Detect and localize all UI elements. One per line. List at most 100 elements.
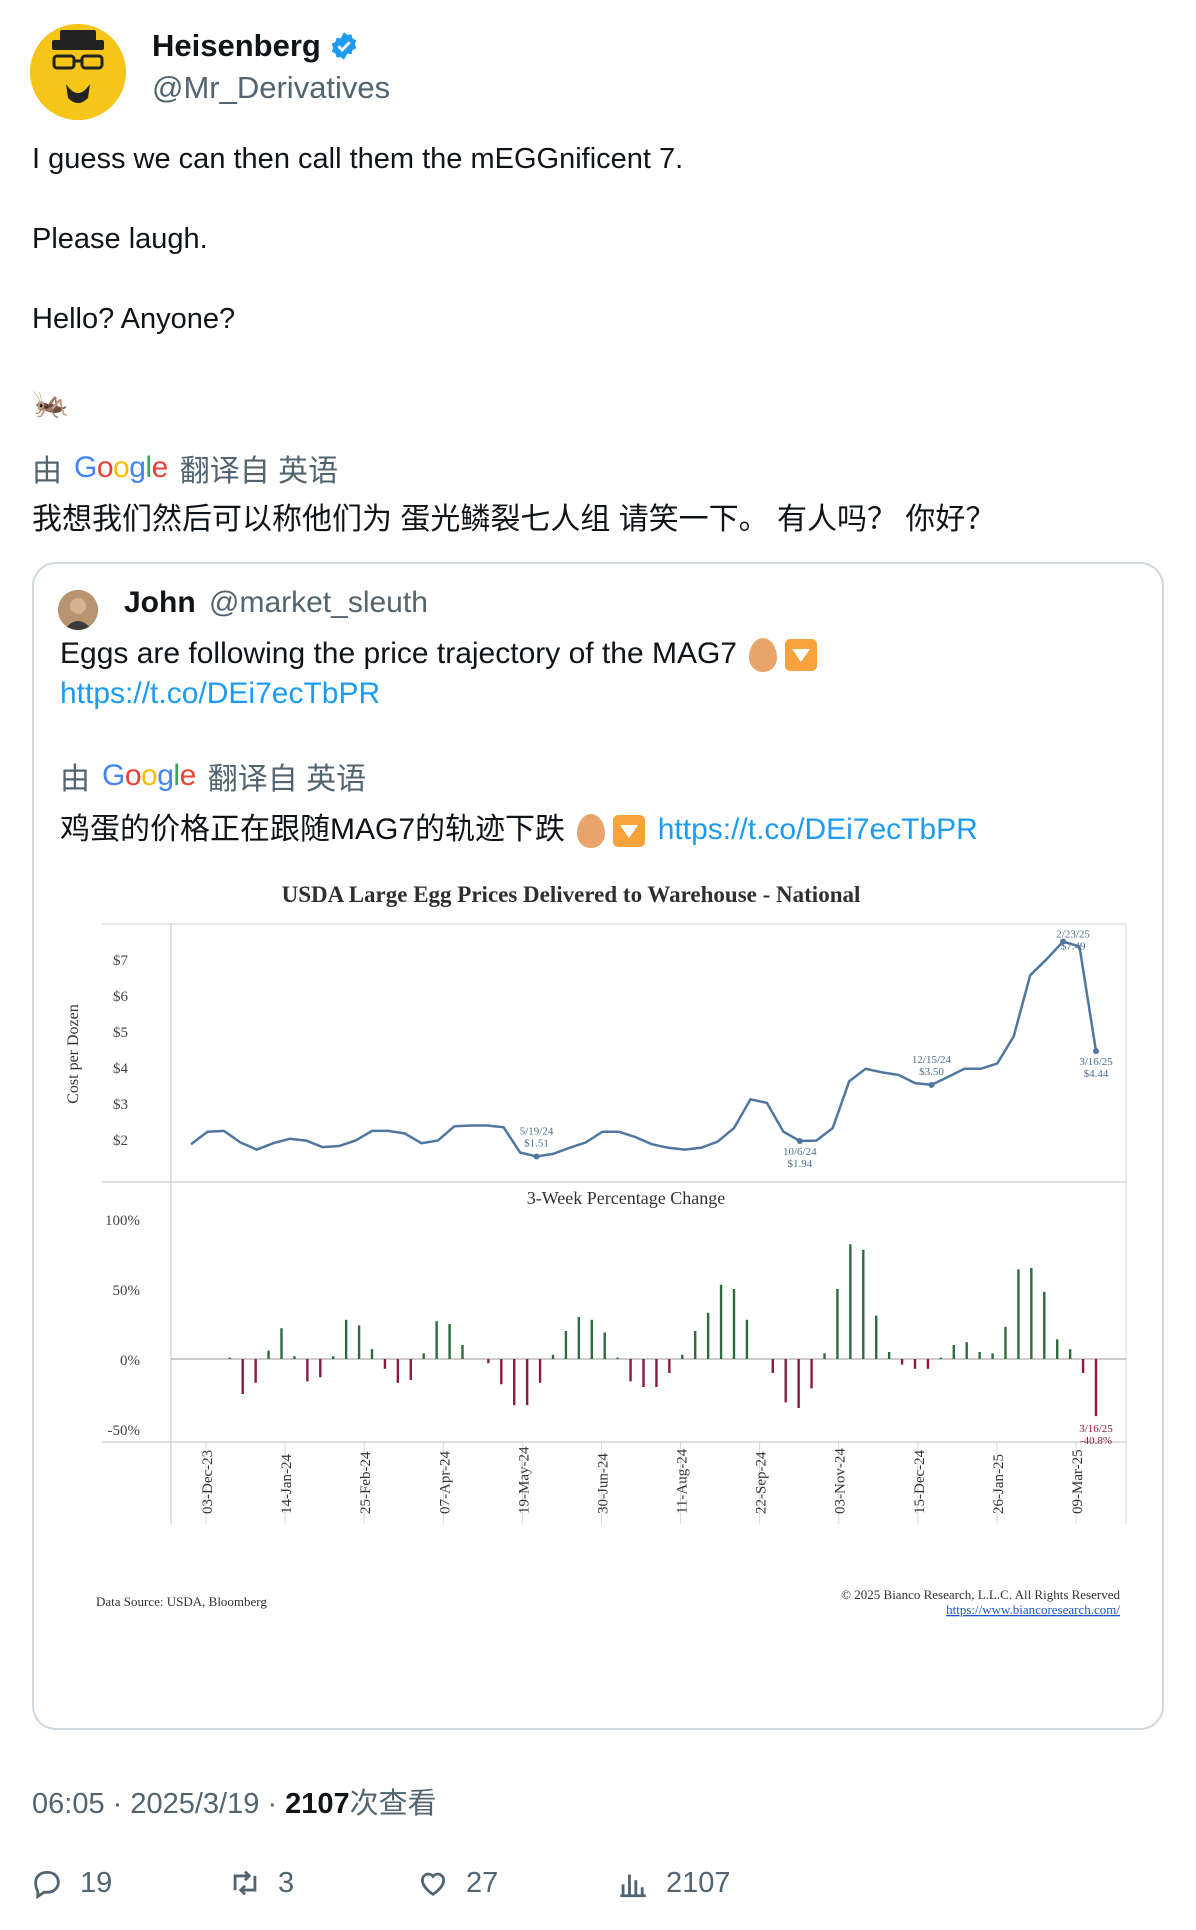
views-button[interactable]: 2107 <box>616 1866 731 1900</box>
pct-change-bar <box>1004 1326 1007 1359</box>
like-button[interactable]: 27 <box>416 1866 498 1900</box>
author-name[interactable]: Heisenberg <box>152 28 321 64</box>
pct-change-bar <box>668 1359 671 1373</box>
heart-icon <box>420 1872 446 1896</box>
y-tick-label: $2 <box>113 1133 128 1149</box>
pct-change-bar <box>409 1359 412 1380</box>
pct-change-bar <box>965 1342 968 1359</box>
pct-change-bar <box>926 1359 930 1369</box>
price-line <box>190 940 1098 1158</box>
lower-y-tick-label: 0% <box>120 1353 140 1369</box>
down-arrow-emoji-icon <box>613 815 646 848</box>
quoted-tweet-card[interactable]: John @market_sleuth Eggs are following t… <box>32 562 1164 1730</box>
annotation-date: 12/15/24 <box>912 1054 952 1066</box>
annotation-date: 10/6/24 <box>783 1146 817 1158</box>
author-handle[interactable]: @Mr_Derivatives <box>152 70 390 106</box>
egg-emoji-icon <box>577 814 606 849</box>
pct-change-bar <box>978 1352 981 1359</box>
reply-button[interactable]: 19 <box>30 1866 112 1900</box>
bianco-link[interactable]: https://www.biancoresearch.com/ <box>946 1602 1120 1617</box>
x-tick-label: 07-Apr-24 <box>437 1450 453 1514</box>
pct-change-bar <box>357 1325 361 1359</box>
pct-change-bar <box>862 1249 865 1359</box>
quoted-translation-label[interactable]: 由 Google 翻译自 英语 <box>60 754 366 798</box>
reply-icon <box>34 1870 60 1900</box>
tweet-time[interactable]: 06:05 <box>32 1788 105 1820</box>
pct-change-bar <box>823 1353 826 1359</box>
retweet-count: 3 <box>278 1866 295 1899</box>
translated-text: 我想我们然后可以称他们为 蛋光鳞裂七人组 请笑一下。 有人吗？ 你好？ <box>32 503 996 536</box>
pct-change-bar <box>849 1244 852 1359</box>
author-name-row[interactable]: Heisenberg <box>152 28 359 64</box>
lower-y-ticks: 100% 50% 0% -50% <box>105 1213 140 1439</box>
data-source-note: Data Source: USDA, Bloomberg <box>96 1594 267 1609</box>
pct-change-bar <box>267 1350 270 1359</box>
analytics-icon <box>620 1874 646 1898</box>
chart-annotations: 5/19/24$1.51 10/6/24$1.94 12/15/24$3.50 2/2… <box>520 929 1114 1170</box>
egg-price-chart[interactable]: USDA Large Egg Prices Delivered to Wareh… <box>56 864 1146 1724</box>
pct-change-bar <box>642 1359 645 1387</box>
y-axis-label: Cost per Dozen <box>65 1004 82 1104</box>
annotation-date: 3/16/25 <box>1079 1056 1113 1068</box>
like-count: 27 <box>466 1866 499 1899</box>
pct-change-bar <box>1094 1359 1098 1417</box>
y-tick-label: $7 <box>113 953 129 969</box>
upper-y-ticks: $7 $6 $5 $4 $3 $2 <box>113 953 129 1149</box>
verified-badge-icon <box>331 32 357 60</box>
annotation-date: 5/19/24 <box>520 1125 554 1137</box>
pct-change-bar <box>1043 1291 1046 1359</box>
pct-change-bar <box>952 1345 955 1359</box>
quoted-link[interactable]: https://t.co/DEi7ecTbPR <box>60 677 380 710</box>
pct-change-bar <box>836 1289 839 1359</box>
lower-y-tick-label: -50% <box>108 1423 141 1439</box>
quoted-author-name[interactable]: John <box>124 586 196 620</box>
pct-change-bar <box>784 1359 787 1403</box>
chart-svg: USDA Large Egg Prices Delivered to Wareh… <box>65 882 1127 1617</box>
y-tick-label: $3 <box>113 1097 128 1113</box>
annotation-value: $3.50 <box>919 1066 944 1078</box>
pct-change-bar <box>513 1359 516 1406</box>
x-tick-label: 11-Aug-24 <box>675 1448 691 1514</box>
pct-change-bar <box>564 1331 568 1359</box>
pct-change-bar <box>461 1345 464 1359</box>
pct-change-bar <box>577 1317 581 1359</box>
pct-change-bar <box>370 1349 374 1359</box>
pct-change-bar <box>293 1356 296 1359</box>
tweet-date[interactable]: 2025/3/19 <box>130 1788 259 1820</box>
quoted-author-handle[interactable]: @market_sleuth <box>209 586 428 620</box>
google-logo: Google <box>74 451 168 484</box>
author-avatar[interactable] <box>30 24 126 120</box>
quoted-translated-text: 鸡蛋的价格正在跟随MAG7的轨迹下跌 https://t.co/DEi7ecTb… <box>60 804 978 849</box>
x-tick-label: 26-Jan-25 <box>991 1454 1007 1514</box>
pct-change-bar <box>991 1353 994 1359</box>
translation-label[interactable]: 由 Google 翻译自 英语 <box>32 446 338 490</box>
retweet-button[interactable]: 3 <box>228 1866 294 1900</box>
quoted-author-avatar[interactable] <box>58 590 98 630</box>
pct-change-bar <box>1081 1359 1085 1373</box>
x-tick-label: 03-Nov-24 <box>833 1448 849 1514</box>
x-tick-label: 22-Sep-24 <box>754 1451 770 1514</box>
pct-change-bar <box>603 1332 606 1359</box>
pct-change-bar <box>422 1353 425 1359</box>
lower-y-tick-label: 50% <box>113 1283 141 1299</box>
annotation-value: $4.44 <box>1084 1068 1109 1080</box>
annotation-value: $1.94 <box>787 1158 812 1170</box>
annotation-point <box>1093 1048 1099 1055</box>
annotation-point <box>796 1138 803 1144</box>
reply-count: 19 <box>80 1866 113 1899</box>
lower-annotation-date: 3/16/25 <box>1079 1423 1113 1435</box>
quoted-translation-suffix: 翻译自 英语 <box>207 763 367 796</box>
tweet-line-1: I guess we can then call them the mEGGni… <box>32 143 684 175</box>
x-tick-label: 30-Jun-24 <box>595 1453 611 1514</box>
tweet-header: Heisenberg @Mr_Derivatives <box>30 24 1130 124</box>
quoted-translated-link[interactable]: https://t.co/DEi7ecTbPR <box>658 813 978 846</box>
annotation-value: $7.49 <box>1061 941 1086 953</box>
pct-change-bar <box>629 1359 632 1382</box>
down-arrow-emoji-icon <box>785 639 818 672</box>
quoted-text-body: Eggs are following the price trajectory … <box>60 637 737 670</box>
tweet-actions: 19 3 27 2107 <box>30 1866 1130 1906</box>
pct-change-bar <box>538 1359 542 1383</box>
lower-panel-title: 3-Week Percentage Change <box>527 1188 725 1208</box>
pct-change-bar <box>1068 1349 1072 1359</box>
lower-y-tick-label: 100% <box>105 1213 140 1229</box>
